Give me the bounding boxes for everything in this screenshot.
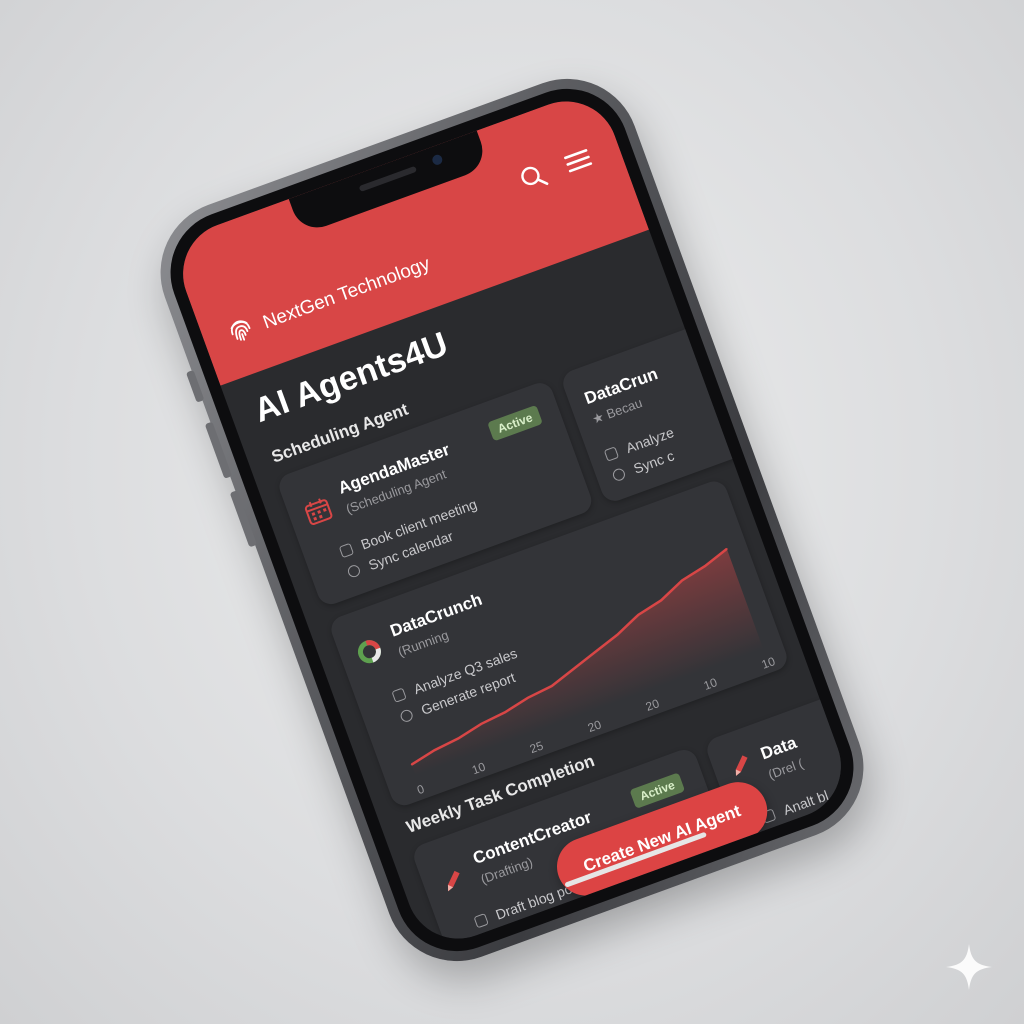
task-sync-icon (611, 466, 627, 483)
chart-x-tick-label: 20 (586, 717, 604, 735)
app-screen: NextGen Technology AI Agents4U Schedulin… (168, 86, 856, 954)
phone-device: NextGen Technology AI Agents4U Schedulin… (140, 58, 884, 982)
brand[interactable]: NextGen Technology (222, 248, 434, 352)
hamburger-menu-icon[interactable] (559, 141, 597, 179)
chart-x-tick-label: 10 (760, 654, 778, 672)
pencil-icon (724, 749, 757, 782)
chart-x-tick-label: 10 (702, 675, 720, 693)
task-checkbox-icon (473, 913, 489, 929)
status-badge: Active (487, 404, 543, 442)
task-checkbox-icon (338, 542, 355, 559)
search-icon[interactable] (514, 158, 552, 196)
chart-x-tick-label: 25 (528, 738, 546, 756)
chart-x-tick-label: 10 (470, 759, 488, 777)
fingerprint-icon (222, 311, 260, 352)
earpiece-speaker (358, 165, 418, 192)
sparkle-icon (944, 942, 994, 992)
task-sync-icon (346, 563, 362, 579)
calendar-icon (301, 494, 334, 527)
chart-x-tick-label: 0 (415, 782, 426, 798)
brand-name: NextGen Technology (260, 252, 433, 333)
front-camera (430, 153, 444, 167)
chart-area-fill (411, 548, 764, 776)
task-checkbox-icon (603, 446, 620, 462)
chart-x-tick-label: 20 (644, 696, 662, 714)
pencil-icon (436, 864, 469, 897)
